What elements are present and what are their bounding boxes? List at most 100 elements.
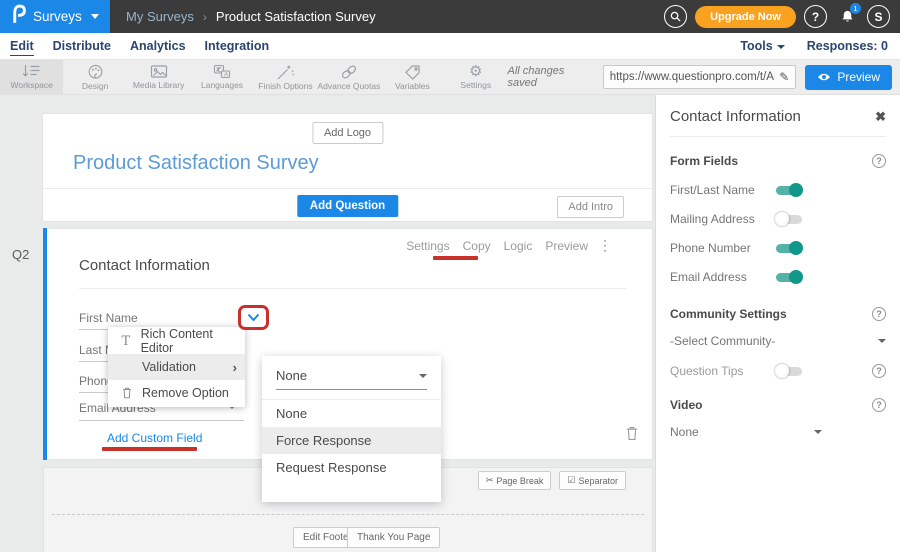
add-question-button[interactable]: Add Question — [297, 195, 398, 217]
question-settings-panel: Contact Information ✖ Form Fields ? Firs… — [655, 95, 900, 552]
close-icon[interactable]: ✖ — [875, 109, 886, 125]
app-menu[interactable]: Surveys — [0, 0, 110, 33]
breadcrumb-parent[interactable]: My Surveys — [126, 9, 194, 24]
survey-title[interactable]: Product Satisfaction Survey — [73, 152, 319, 175]
help-icon[interactable]: ? — [872, 307, 886, 321]
option-request-response[interactable]: Request Response — [262, 454, 441, 481]
search-icon — [670, 11, 681, 22]
tab-edit[interactable]: Edit — [10, 37, 34, 56]
notification-badge: 1 — [850, 3, 861, 14]
option-force-response[interactable]: Force Response — [262, 427, 441, 454]
survey-nav-tabs: Edit Distribute Analytics Integration To… — [0, 33, 900, 60]
avatar[interactable]: S — [867, 5, 890, 28]
questionpro-logo-icon — [11, 4, 26, 29]
questionpro-survey-editor: Surveys My Surveys › Product Satisfactio… — [0, 0, 900, 552]
add-logo-button[interactable]: Add Logo — [312, 122, 383, 144]
panel-title: Contact Information — [670, 108, 801, 125]
more-options-icon[interactable]: ⋮ — [598, 237, 612, 254]
add-intro-button[interactable]: Add Intro — [557, 196, 624, 218]
toggle-row-phone-number: Phone Number — [670, 241, 886, 255]
toolbar-design-button[interactable]: Design — [63, 60, 126, 94]
breadcrumb: My Surveys › Product Satisfaction Survey — [126, 9, 376, 24]
page-break-button[interactable]: ✂ Page Break — [478, 471, 552, 490]
chevron-down-icon — [814, 430, 822, 434]
divider — [670, 136, 886, 137]
notifications-button[interactable]: 1 — [835, 5, 859, 29]
toolbar-workspace-button[interactable]: Workspace — [0, 60, 63, 94]
annotation-underline-settings — [433, 256, 478, 260]
menu-item-remove-option[interactable]: Remove Option — [108, 380, 245, 406]
upgrade-now-button[interactable]: Upgrade Now — [695, 6, 796, 28]
help-icon[interactable]: ? — [872, 398, 886, 412]
option-none[interactable]: None — [262, 400, 441, 427]
tab-integration[interactable]: Integration — [205, 37, 270, 55]
editor-toolbar: Workspace Design Media Library A Languag… — [0, 60, 900, 95]
trash-icon — [120, 387, 133, 399]
community-select[interactable]: -Select Community- — [670, 334, 886, 348]
email-address-toggle[interactable] — [776, 273, 802, 282]
page-break-icon: ✂ — [486, 475, 494, 486]
edit-pencil-icon[interactable]: ✎ — [779, 70, 789, 84]
breadcrumb-current: Product Satisfaction Survey — [216, 9, 376, 24]
toolbar-media-library-button[interactable]: Media Library — [127, 60, 190, 94]
toolbar-variables-button[interactable]: Variables — [381, 60, 444, 94]
separator-button[interactable]: ☑ Separator — [559, 471, 626, 490]
survey-header-card: Add Logo Product Satisfaction Survey Add… — [42, 113, 653, 222]
toolbar-finish-options-button[interactable]: Finish Options — [254, 60, 317, 94]
thank-you-page-button[interactable]: Thank You Page — [347, 527, 440, 548]
question-copy-link[interactable]: Copy — [463, 239, 491, 253]
gear-icon: ⚙ — [469, 64, 482, 79]
magic-wand-icon — [276, 64, 294, 80]
video-heading: Video — [670, 398, 702, 412]
tab-distribute[interactable]: Distribute — [53, 37, 111, 55]
image-icon — [150, 64, 168, 79]
video-select[interactable]: None — [670, 425, 822, 439]
validation-select[interactable]: None — [276, 368, 427, 390]
toolbar-advance-quotas-button[interactable]: Advance Quotas — [317, 60, 380, 94]
chevron-down-icon[interactable] — [247, 313, 260, 322]
workspace-icon — [22, 64, 41, 79]
question-settings-link[interactable]: Settings — [406, 239, 449, 253]
question-title[interactable]: Contact Information — [79, 257, 210, 274]
question-logic-link[interactable]: Logic — [504, 239, 533, 253]
question-preview-link[interactable]: Preview — [545, 239, 588, 253]
tools-menu[interactable]: Tools — [740, 39, 784, 53]
help-icon[interactable]: ? — [872, 154, 886, 168]
text-format-icon: T — [120, 335, 132, 348]
menu-item-rich-content-editor[interactable]: T Rich Content Editor — [108, 328, 245, 354]
divider — [43, 188, 652, 189]
field-first-name[interactable]: First Name — [79, 311, 138, 325]
add-custom-field-link[interactable]: Add Custom Field — [107, 431, 202, 445]
phone-number-toggle[interactable] — [776, 244, 802, 253]
survey-url-box: ✎ — [603, 65, 797, 89]
chain-link-icon — [340, 64, 358, 80]
menu-item-validation[interactable]: Validation › — [108, 354, 245, 380]
tab-analytics[interactable]: Analytics — [130, 37, 186, 55]
help-button[interactable]: ? — [804, 5, 827, 28]
palette-icon — [87, 64, 104, 80]
first-last-name-toggle[interactable] — [776, 186, 802, 195]
responses-count[interactable]: Responses: 0 — [807, 39, 888, 53]
header-actions: Upgrade Now ? 1 S — [664, 5, 900, 29]
annotation-highlight-box — [238, 305, 269, 330]
annotation-underline-add-custom-field — [102, 447, 197, 451]
toggle-row-first-last-name: First/Last Name — [670, 183, 886, 197]
tag-icon — [404, 64, 421, 80]
delete-question-button[interactable] — [626, 426, 638, 446]
toolbar-settings-button[interactable]: ⚙ Settings — [444, 60, 507, 94]
input-underline — [79, 420, 244, 421]
preview-button[interactable]: Preview — [805, 65, 892, 90]
mailing-address-toggle[interactable] — [776, 215, 802, 224]
search-button[interactable] — [664, 5, 687, 28]
top-header: Surveys My Surveys › Product Satisfactio… — [0, 0, 900, 33]
toolbar-languages-button[interactable]: A Languages — [190, 60, 253, 94]
chevron-down-icon — [91, 14, 99, 19]
survey-url-input[interactable] — [610, 71, 776, 83]
help-icon[interactable]: ? — [872, 364, 886, 378]
dashed-divider — [52, 514, 644, 515]
field-context-menu: T Rich Content Editor Validation › Remov… — [108, 327, 245, 407]
save-status-text: All changes saved — [508, 65, 594, 89]
question-action-menu: Settings Copy Logic Preview — [406, 239, 588, 253]
question-number-label: Q2 — [12, 247, 29, 262]
question-tips-toggle[interactable] — [776, 367, 802, 376]
